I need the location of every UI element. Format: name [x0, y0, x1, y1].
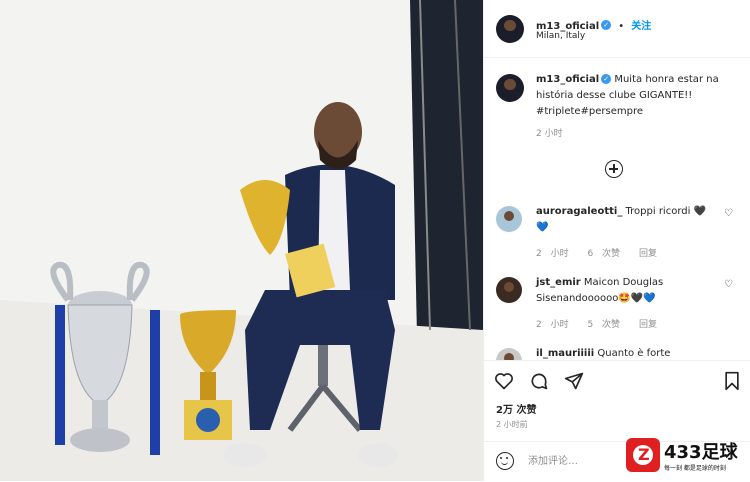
action-icons	[494, 371, 594, 391]
comment-time: 2 小时	[536, 320, 569, 330]
photo-illustration	[0, 0, 483, 481]
comment-meta: 2 小时 5 次赞 回复	[536, 317, 667, 330]
comment-item: il_mauriiiii Quanto è forte	[496, 346, 741, 360]
verified-badge-icon: ✓	[601, 19, 612, 30]
comment-item: jst_emir Maicon Douglas Sisenandoooooo🤩🖤…	[496, 275, 741, 335]
watermark-brand: 433足球	[664, 442, 738, 463]
watermark-z-letter: Z	[638, 445, 650, 464]
author-avatar[interactable]	[496, 15, 524, 43]
watermark-logo: Z 433足球 每一刻 都是足球的时刻	[626, 436, 746, 478]
comment-avatar[interactable]	[496, 348, 522, 360]
caption-time: 2 小时	[536, 129, 563, 139]
comment-item: auroragaleotti_ Troppi ricordi 🖤💙 ♡ 2 小时…	[496, 204, 741, 264]
plus-circle-icon[interactable]	[605, 160, 623, 178]
post-photo[interactable]	[0, 0, 483, 481]
comment-username[interactable]: jst_emir	[536, 277, 581, 288]
comment-body: jst_emir Maicon Douglas Sisenandoooooo🤩🖤…	[536, 275, 716, 307]
heart-icon[interactable]	[494, 371, 514, 391]
heart-icon[interactable]: ♡	[724, 208, 733, 219]
comment-username[interactable]: auroragaleotti_	[536, 206, 622, 217]
caption-avatar[interactable]	[496, 74, 524, 102]
likes-count[interactable]: 2万 次赞	[496, 401, 536, 416]
comment-body: il_mauriiiii Quanto è forte	[536, 346, 716, 360]
separator-dot: •	[618, 21, 625, 32]
comment-reply[interactable]: 回复	[639, 249, 657, 259]
post-time[interactable]: 2 小时前	[496, 419, 528, 430]
comment-meta: 2 小时 6 次赞 回复	[536, 246, 667, 259]
caption-text-block: m13_oficial ✓ Muita honra estar na histór…	[536, 72, 741, 142]
bookmark-icon[interactable]	[723, 371, 741, 395]
post-header: m13_oficial ✓ • 关注 Milan, Italy	[484, 0, 750, 58]
post-location[interactable]: Milan, Italy	[536, 31, 585, 41]
share-icon[interactable]	[564, 371, 584, 391]
heart-icon[interactable]: ♡	[724, 279, 733, 290]
comment-avatar[interactable]	[496, 277, 522, 303]
comment-likes[interactable]: 6 次赞	[587, 249, 620, 259]
comment-icon[interactable]	[529, 371, 549, 391]
comment-likes[interactable]: 5 次赞	[587, 320, 620, 330]
comment-text: Quanto è forte	[597, 348, 671, 359]
comment-reply[interactable]: 回复	[639, 320, 657, 330]
follow-button[interactable]: 关注	[631, 21, 651, 32]
post-side-panel: m13_oficial ✓ • 关注 Milan, Italy m13_ofici…	[483, 0, 750, 481]
comment-avatar[interactable]	[496, 206, 522, 232]
verified-badge-icon: ✓	[601, 74, 612, 84]
comment-time: 2 小时	[536, 249, 569, 259]
comment-body: auroragaleotti_ Troppi ricordi 🖤💙	[536, 204, 716, 236]
watermark-slogan: 每一刻 都是足球的时刻	[664, 465, 726, 472]
caption-username[interactable]: m13_oficial	[536, 74, 599, 85]
comment-username[interactable]: il_mauriiiii	[536, 348, 594, 359]
emoji-icon[interactable]	[496, 452, 514, 470]
